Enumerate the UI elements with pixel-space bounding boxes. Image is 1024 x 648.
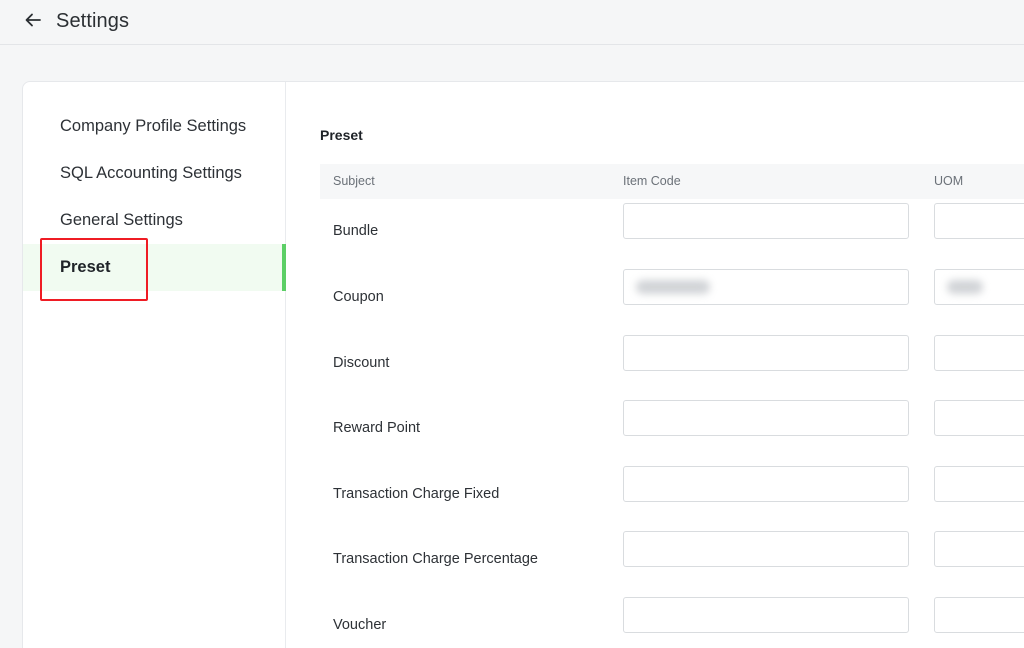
uom-input[interactable]	[934, 269, 1024, 305]
settings-sidebar: Company Profile Settings SQL Accounting …	[23, 82, 286, 648]
sidebar-item-label: General Settings	[60, 211, 183, 229]
row-subject: Transaction Charge Percentage	[333, 551, 538, 567]
item-code-input[interactable]	[623, 531, 909, 567]
table-row: Coupon	[320, 267, 1024, 333]
preset-content: Preset Subject Item Code UOM Bundle Coup…	[320, 82, 1024, 648]
row-subject: Discount	[333, 355, 390, 371]
item-code-input[interactable]	[623, 466, 909, 502]
row-subject: Voucher	[333, 617, 387, 633]
table-row: Voucher	[320, 595, 1024, 648]
item-code-input[interactable]	[623, 400, 909, 436]
table-row: Transaction Charge Fixed	[320, 464, 1024, 530]
row-subject: Reward Point	[333, 420, 421, 436]
uom-input[interactable]	[934, 466, 1024, 502]
row-subject: Coupon	[333, 289, 384, 305]
item-code-input[interactable]	[623, 597, 909, 633]
sidebar-item-label: Company Profile Settings	[60, 117, 247, 135]
table-row: Bundle	[320, 201, 1024, 267]
table-row: Transaction Charge Percentage	[320, 529, 1024, 595]
back-button[interactable]	[22, 9, 44, 31]
sidebar-item-label: Preset	[60, 258, 111, 276]
arrow-left-icon	[25, 13, 41, 27]
column-header-uom: UOM	[934, 174, 964, 188]
sidebar-item-company-profile-settings[interactable]: Company Profile Settings	[23, 103, 285, 150]
sidebar-item-preset[interactable]: Preset	[23, 244, 286, 291]
sidebar-item-sql-accounting-settings[interactable]: SQL Accounting Settings	[23, 150, 285, 197]
item-code-input[interactable]	[623, 335, 909, 371]
sidebar-item-general-settings[interactable]: General Settings	[23, 197, 285, 244]
row-subject: Bundle	[333, 223, 379, 239]
uom-input[interactable]	[934, 335, 1024, 371]
table-row: Discount	[320, 333, 1024, 399]
item-code-input[interactable]	[623, 203, 909, 239]
redacted-value	[636, 280, 710, 294]
top-bar: Settings	[0, 0, 1024, 45]
item-code-input[interactable]	[623, 269, 909, 305]
uom-input[interactable]	[934, 400, 1024, 436]
sidebar-item-label: SQL Accounting Settings	[60, 164, 242, 182]
page-title: Settings	[56, 10, 130, 32]
redacted-value	[947, 280, 983, 294]
column-header-subject: Subject	[333, 174, 375, 188]
table-header: Subject Item Code UOM	[320, 164, 1024, 199]
uom-input[interactable]	[934, 203, 1024, 239]
table-row: Reward Point	[320, 398, 1024, 464]
column-header-item-code: Item Code	[623, 174, 681, 188]
section-title: Preset	[320, 127, 363, 143]
row-subject: Transaction Charge Fixed	[333, 486, 500, 502]
uom-input[interactable]	[934, 531, 1024, 567]
settings-card: Company Profile Settings SQL Accounting …	[22, 81, 1024, 648]
uom-input[interactable]	[934, 597, 1024, 633]
